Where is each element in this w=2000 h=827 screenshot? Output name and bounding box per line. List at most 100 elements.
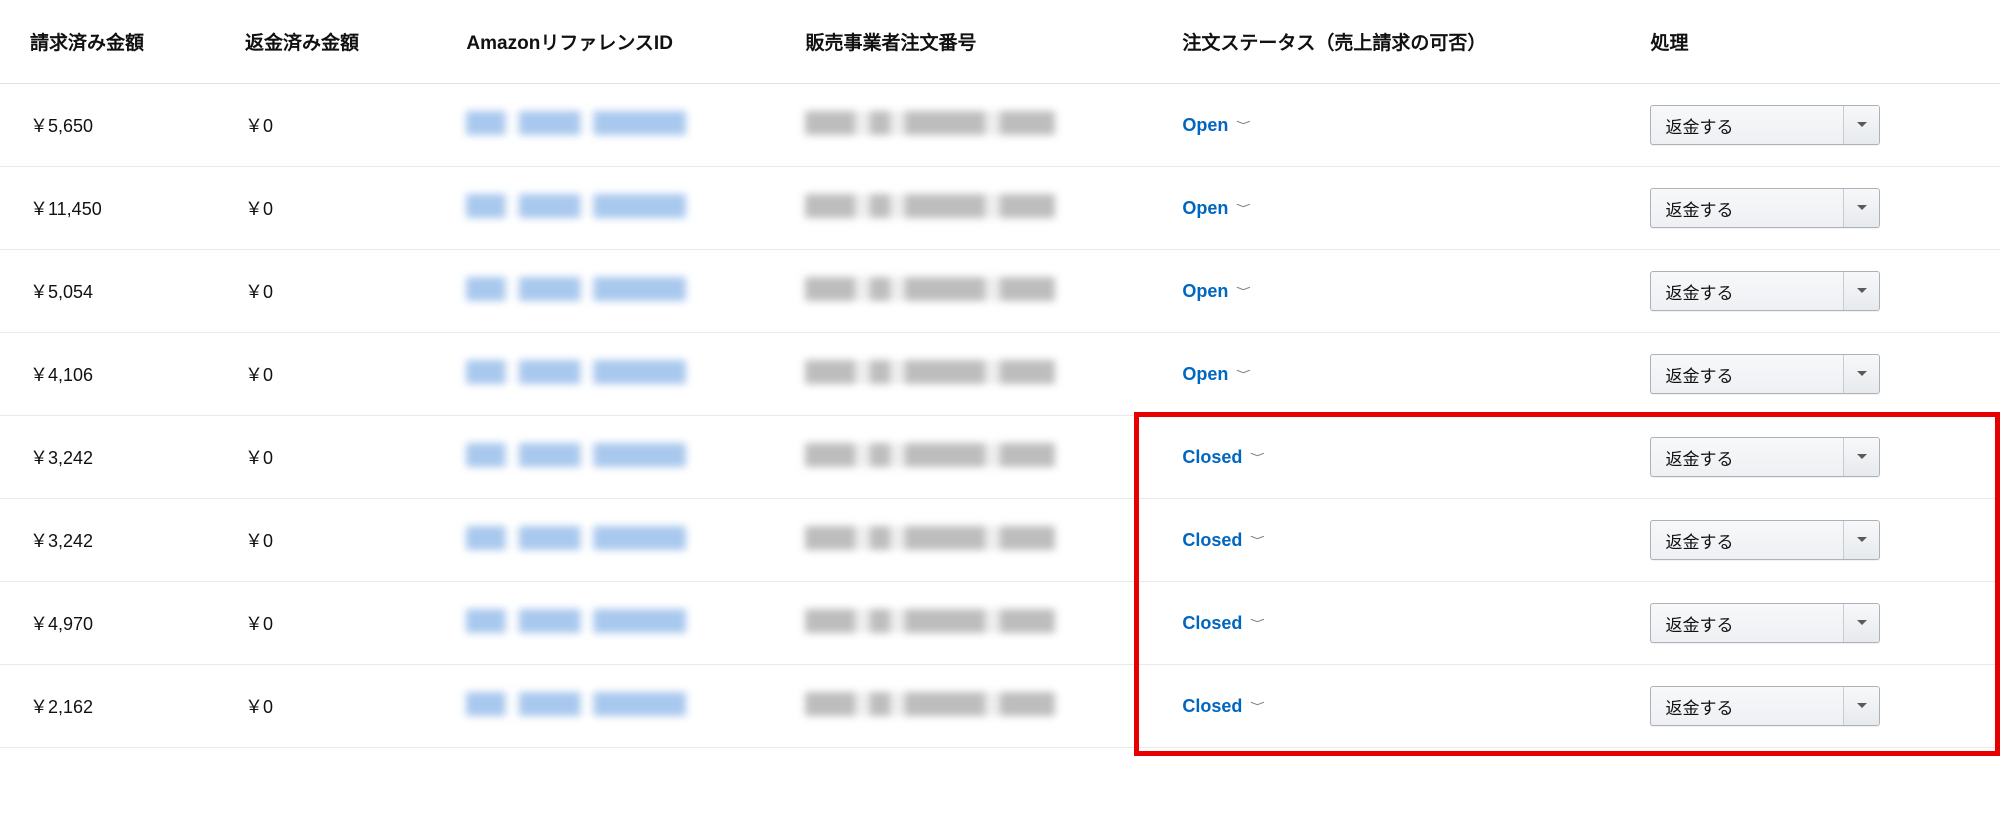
status-link[interactable]: Closed﹀	[1182, 613, 1264, 634]
status-cell: Open﹀	[1152, 333, 1620, 416]
billed-amount: ￥5,054	[0, 250, 215, 333]
chevron-down-icon: ﹀	[1250, 451, 1264, 463]
status-text: Open	[1182, 364, 1228, 385]
status-link[interactable]: Open﹀	[1182, 364, 1250, 385]
dropdown-caret-icon	[1843, 604, 1879, 642]
merchant-order-cell	[775, 582, 1152, 665]
merchant-order-cell	[775, 333, 1152, 416]
col-header-action: 処理	[1620, 0, 2000, 84]
action-label: 返金する	[1651, 438, 1747, 476]
redacted-order-number	[805, 526, 1055, 550]
refunded-amount: ￥0	[215, 416, 436, 499]
merchant-order-cell	[775, 167, 1152, 250]
refund-action-dropdown[interactable]: 返金する	[1650, 520, 1880, 560]
orders-table-wrap: 請求済み金額 返金済み金額 AmazonリファレンスID 販売事業者注文番号 注…	[0, 0, 2000, 748]
table-row: ￥3,242￥0 Closed﹀ 返金する	[0, 416, 2000, 499]
action-cell: 返金する	[1620, 250, 2000, 333]
chevron-down-icon: ﹀	[1250, 534, 1264, 546]
action-label: 返金する	[1651, 604, 1747, 642]
refunded-amount: ￥0	[215, 250, 436, 333]
merchant-order-cell	[775, 84, 1152, 167]
redacted-order-number	[805, 111, 1055, 135]
action-cell: 返金する	[1620, 333, 2000, 416]
refunded-amount: ￥0	[215, 499, 436, 582]
redacted-reference-id	[466, 692, 686, 716]
dropdown-caret-icon	[1843, 272, 1879, 310]
col-header-refunded: 返金済み金額	[215, 0, 436, 84]
billed-amount: ￥4,970	[0, 582, 215, 665]
billed-amount: ￥2,162	[0, 665, 215, 748]
status-link[interactable]: Open﹀	[1182, 198, 1250, 219]
dropdown-caret-icon	[1843, 355, 1879, 393]
chevron-down-icon: ﹀	[1236, 119, 1250, 131]
dropdown-caret-icon	[1843, 438, 1879, 476]
orders-table: 請求済み金額 返金済み金額 AmazonリファレンスID 販売事業者注文番号 注…	[0, 0, 2000, 748]
reference-id-cell	[436, 167, 775, 250]
status-link[interactable]: Closed﹀	[1182, 447, 1264, 468]
redacted-order-number	[805, 609, 1055, 633]
table-row: ￥4,106￥0 Open﹀ 返金する	[0, 333, 2000, 416]
billed-amount: ￥5,650	[0, 84, 215, 167]
reference-id-cell	[436, 499, 775, 582]
merchant-order-cell	[775, 665, 1152, 748]
col-header-status: 注文ステータス（売上請求の可否）	[1152, 0, 1620, 84]
refunded-amount: ￥0	[215, 333, 436, 416]
dropdown-caret-icon	[1843, 189, 1879, 227]
merchant-order-cell	[775, 416, 1152, 499]
billed-amount: ￥3,242	[0, 499, 215, 582]
action-cell: 返金する	[1620, 665, 2000, 748]
refund-action-dropdown[interactable]: 返金する	[1650, 603, 1880, 643]
action-label: 返金する	[1651, 272, 1747, 310]
reference-id-cell	[436, 416, 775, 499]
redacted-reference-id	[466, 194, 686, 218]
status-link[interactable]: Closed﹀	[1182, 696, 1264, 717]
action-cell: 返金する	[1620, 416, 2000, 499]
status-cell: Closed﹀	[1152, 582, 1620, 665]
refund-action-dropdown[interactable]: 返金する	[1650, 271, 1880, 311]
status-text: Open	[1182, 115, 1228, 136]
redacted-reference-id	[466, 526, 686, 550]
redacted-order-number	[805, 277, 1055, 301]
refunded-amount: ￥0	[215, 167, 436, 250]
table-row: ￥3,242￥0 Closed ﹀ 返金する	[0, 499, 2000, 582]
billed-amount: ￥4,106	[0, 333, 215, 416]
chevron-down-icon: ﹀	[1236, 285, 1250, 297]
status-link[interactable]: Open ﹀	[1182, 115, 1250, 136]
billed-amount: ￥11,450	[0, 167, 215, 250]
status-cell: Open ﹀	[1152, 250, 1620, 333]
chevron-down-icon: ﹀	[1236, 202, 1250, 214]
redacted-order-number	[805, 692, 1055, 716]
redacted-order-number	[805, 194, 1055, 218]
redacted-reference-id	[466, 277, 686, 301]
table-row: ￥5,650￥0 Open ﹀ 返金する	[0, 84, 2000, 167]
redacted-reference-id	[466, 443, 686, 467]
dropdown-caret-icon	[1843, 106, 1879, 144]
redacted-reference-id	[466, 360, 686, 384]
reference-id-cell	[436, 333, 775, 416]
action-label: 返金する	[1651, 521, 1747, 559]
refunded-amount: ￥0	[215, 84, 436, 167]
billed-amount: ￥3,242	[0, 416, 215, 499]
table-row: ￥2,162￥0 Closed﹀ 返金する	[0, 665, 2000, 748]
refund-action-dropdown[interactable]: 返金する	[1650, 354, 1880, 394]
action-label: 返金する	[1651, 687, 1747, 725]
action-label: 返金する	[1651, 106, 1747, 144]
table-row: ￥5,054￥0 Open ﹀ 返金する	[0, 250, 2000, 333]
refund-action-dropdown[interactable]: 返金する	[1650, 686, 1880, 726]
refund-action-dropdown[interactable]: 返金する	[1650, 188, 1880, 228]
status-text: Closed	[1182, 530, 1242, 551]
merchant-order-cell	[775, 250, 1152, 333]
reference-id-cell	[436, 665, 775, 748]
refund-action-dropdown[interactable]: 返金する	[1650, 105, 1880, 145]
reference-id-cell	[436, 582, 775, 665]
refunded-amount: ￥0	[215, 665, 436, 748]
table-row: ￥11,450￥0 Open﹀ 返金する	[0, 167, 2000, 250]
status-link[interactable]: Open ﹀	[1182, 281, 1250, 302]
status-cell: Open ﹀	[1152, 84, 1620, 167]
status-link[interactable]: Closed ﹀	[1182, 530, 1264, 551]
status-text: Open	[1182, 281, 1228, 302]
refund-action-dropdown[interactable]: 返金する	[1650, 437, 1880, 477]
chevron-down-icon: ﹀	[1250, 617, 1264, 629]
action-cell: 返金する	[1620, 499, 2000, 582]
dropdown-caret-icon	[1843, 521, 1879, 559]
